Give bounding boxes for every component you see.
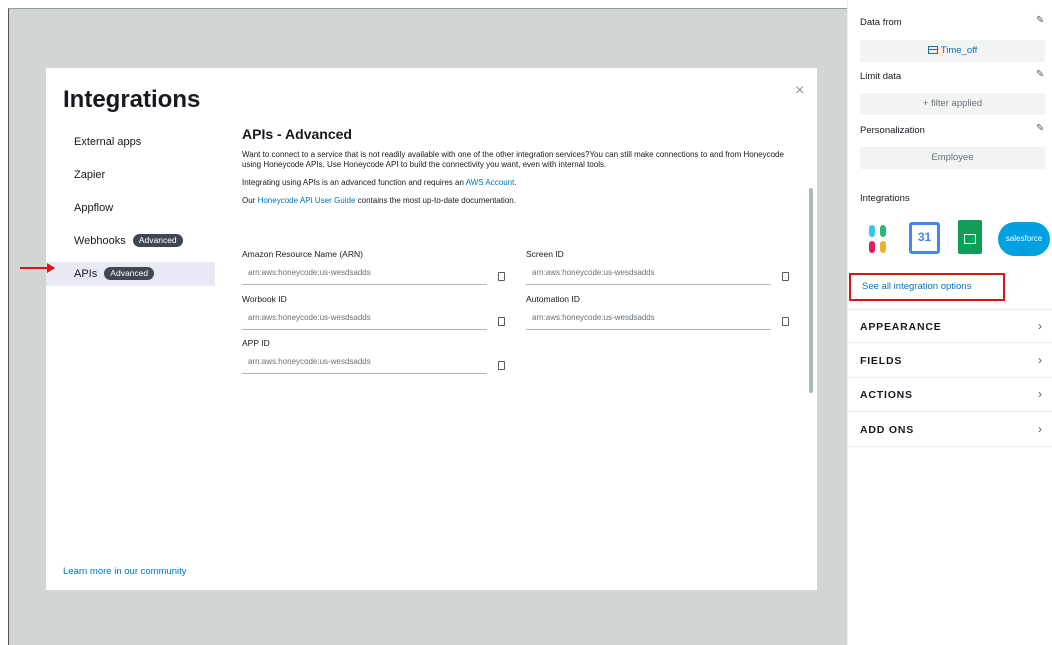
data-from-label: Data from bbox=[860, 17, 902, 28]
copy-icon[interactable] bbox=[782, 272, 789, 281]
section-appearance[interactable]: APPEARANCE › bbox=[848, 309, 1052, 343]
see-all-integrations-link[interactable]: See all integration options bbox=[849, 273, 1005, 301]
screen-id-input[interactable]: arn:aws:honeycode:us-wesdsadds bbox=[526, 266, 771, 285]
workbook-id-field: Worbook ID arn:aws:honeycode:us-wesdsadd… bbox=[242, 294, 512, 330]
nav-item-label: Webhooks bbox=[74, 235, 126, 247]
data-source-name: Time_off bbox=[940, 45, 978, 56]
data-from-source[interactable]: Time_off bbox=[860, 40, 1045, 62]
section-label: APPEARANCE bbox=[860, 321, 942, 333]
nav-item-apis[interactable]: APIs Advanced bbox=[46, 262, 215, 286]
nav-item-zapier[interactable]: Zapier bbox=[46, 163, 215, 187]
field-label: Automation ID bbox=[526, 294, 580, 304]
google-sheets-icon[interactable] bbox=[958, 220, 982, 254]
apis-content: APIs - Advanced Want to connect to a ser… bbox=[242, 126, 802, 214]
screen-id-field: Screen ID arn:aws:honeycode:us-wesdsadds bbox=[526, 249, 796, 285]
automation-id-input[interactable]: arn:aws:honeycode:us-wesdsadds bbox=[526, 311, 771, 330]
section-add-ons[interactable]: ADD ONS › bbox=[848, 413, 1052, 447]
limit-data-label: Limit data bbox=[860, 71, 902, 82]
integrations-nav: External apps Zapier Appflow Webhooks Ad… bbox=[46, 130, 215, 295]
google-calendar-icon[interactable]: 31 bbox=[909, 222, 940, 254]
intro-paragraph: Want to connect to a service that is not… bbox=[242, 150, 784, 169]
community-link[interactable]: Learn more in our community bbox=[63, 566, 187, 577]
paragraph-text: Our bbox=[242, 196, 258, 205]
pencil-icon[interactable]: ✎ bbox=[1036, 69, 1044, 80]
field-label: Worbook ID bbox=[242, 294, 287, 304]
arn-field: Amazon Resource Name (ARN) arn:aws:honey… bbox=[242, 249, 512, 285]
modal-scrollbar[interactable] bbox=[809, 188, 813, 393]
nav-item-external-apps[interactable]: External apps bbox=[46, 130, 215, 154]
slack-petal bbox=[869, 225, 875, 237]
nav-item-label: External apps bbox=[74, 136, 142, 148]
pointer-arrow-icon bbox=[20, 263, 55, 273]
paragraph-text: . bbox=[514, 178, 517, 187]
nav-item-label: Zapier bbox=[74, 169, 106, 181]
slack-petal bbox=[880, 225, 886, 237]
nav-item-appflow[interactable]: Appflow bbox=[46, 196, 215, 220]
field-label: Screen ID bbox=[526, 249, 564, 259]
slack-petal bbox=[869, 241, 875, 253]
nav-item-webhooks[interactable]: Webhooks Advanced bbox=[46, 229, 215, 253]
integrations-modal: Integrations × External apps Zapier Appf… bbox=[46, 68, 817, 590]
app-id-input[interactable]: arn:aws:honeycode:us-wesdsadds bbox=[242, 355, 487, 374]
personalization-label: Personalization bbox=[860, 125, 925, 136]
aws-account-paragraph: Integrating using APIs is an advanced fu… bbox=[242, 178, 802, 188]
aws-account-link[interactable]: AWS Account bbox=[466, 178, 515, 187]
content-title: APIs - Advanced bbox=[242, 126, 352, 142]
personalization-value[interactable]: Employee bbox=[860, 147, 1045, 169]
pencil-icon[interactable]: ✎ bbox=[1036, 15, 1044, 26]
salesforce-icon[interactable]: salesforce bbox=[998, 222, 1050, 256]
section-label: FIELDS bbox=[860, 355, 903, 367]
table-icon bbox=[927, 46, 938, 54]
app-id-field: APP ID arn:aws:honeycode:us-wesdsadds bbox=[242, 338, 512, 374]
nav-item-label: Appflow bbox=[74, 202, 114, 214]
sheet-grid bbox=[964, 234, 976, 244]
paragraph-text: contains the most up-to-date documentati… bbox=[355, 196, 516, 205]
automation-id-field: Automation ID arn:aws:honeycode:us-wesds… bbox=[526, 294, 796, 330]
properties-panel: Data from ✎ Time_off Limit data ✎ + filt… bbox=[847, 0, 1052, 645]
user-guide-paragraph: Our Honeycode API User Guide contains th… bbox=[242, 196, 802, 206]
copy-icon[interactable] bbox=[498, 317, 505, 326]
slack-icon[interactable] bbox=[864, 225, 892, 253]
integrations-label: Integrations bbox=[860, 193, 910, 204]
nav-item-label: APIs bbox=[74, 268, 98, 280]
field-label: APP ID bbox=[242, 338, 270, 348]
workbook-id-input[interactable]: arn:aws:honeycode:us-wesdsadds bbox=[242, 311, 487, 330]
field-label: Amazon Resource Name (ARN) bbox=[242, 249, 363, 259]
integration-icons: 31 salesforce bbox=[860, 219, 1050, 261]
paragraph-text: Integrating using APIs is an advanced fu… bbox=[242, 178, 466, 187]
section-actions[interactable]: ACTIONS › bbox=[848, 378, 1052, 412]
copy-icon[interactable] bbox=[782, 317, 789, 326]
pencil-icon[interactable]: ✎ bbox=[1036, 123, 1044, 134]
chevron-right-icon: › bbox=[1038, 422, 1042, 436]
section-label: ACTIONS bbox=[860, 389, 913, 401]
modal-title: Integrations bbox=[63, 86, 201, 113]
section-fields[interactable]: FIELDS › bbox=[848, 344, 1052, 378]
copy-icon[interactable] bbox=[498, 272, 505, 281]
chevron-right-icon: › bbox=[1038, 319, 1042, 333]
api-user-guide-link[interactable]: Honeycode API User Guide bbox=[258, 196, 356, 205]
copy-icon[interactable] bbox=[498, 361, 505, 370]
advanced-badge: Advanced bbox=[132, 234, 183, 247]
slack-petal bbox=[880, 241, 886, 253]
advanced-badge: Advanced bbox=[104, 267, 155, 280]
filter-applied[interactable]: + filter applied bbox=[860, 93, 1045, 115]
section-label: ADD ONS bbox=[860, 424, 915, 436]
chevron-right-icon: › bbox=[1038, 353, 1042, 367]
arn-input[interactable]: arn:aws:honeycode:us-wesdsadds bbox=[242, 266, 487, 285]
close-icon[interactable]: × bbox=[795, 82, 804, 100]
chevron-right-icon: › bbox=[1038, 387, 1042, 401]
